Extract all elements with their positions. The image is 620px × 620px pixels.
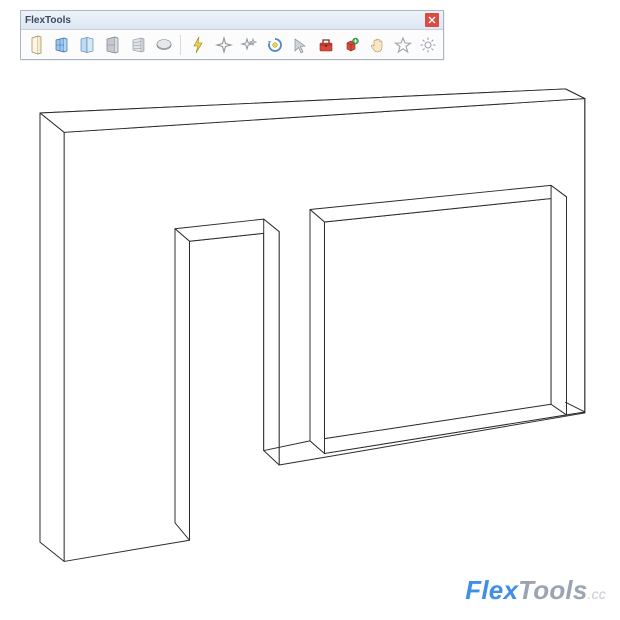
watermark: FlexTools.cc: [465, 575, 606, 606]
toolbar-title: FlexTools: [25, 15, 425, 26]
star-icon[interactable]: [392, 33, 414, 56]
sparkle-icon[interactable]: [213, 33, 235, 56]
close-icon[interactable]: [425, 13, 439, 27]
watermark-cc: .cc: [588, 586, 607, 602]
watermark-flex: Flex: [465, 575, 518, 605]
model-viewport[interactable]: [0, 60, 620, 600]
toolbar-titlebar[interactable]: FlexTools: [21, 11, 443, 30]
glass-wall-icon[interactable]: [102, 33, 124, 56]
toolbar-separator: [180, 35, 181, 55]
window-icon[interactable]: [51, 33, 73, 56]
toolbox-icon[interactable]: [315, 33, 337, 56]
sliding-door-icon[interactable]: [76, 33, 98, 56]
gear-icon[interactable]: [417, 33, 439, 56]
door-icon[interactable]: [25, 33, 47, 56]
sparkle-plus-icon[interactable]: [238, 33, 260, 56]
refresh-icon[interactable]: [264, 33, 286, 56]
cursor-icon[interactable]: [290, 33, 312, 56]
watermark-tools: Tools: [518, 575, 587, 605]
lightning-icon[interactable]: [187, 33, 209, 56]
cube-plus-icon[interactable]: [341, 33, 363, 56]
hand-icon[interactable]: [366, 33, 388, 56]
garage-door-icon[interactable]: [127, 33, 149, 56]
toolbar-buttons: [21, 30, 443, 59]
cylinder-icon[interactable]: [153, 33, 175, 56]
flextools-toolbar: FlexTools: [20, 10, 444, 60]
